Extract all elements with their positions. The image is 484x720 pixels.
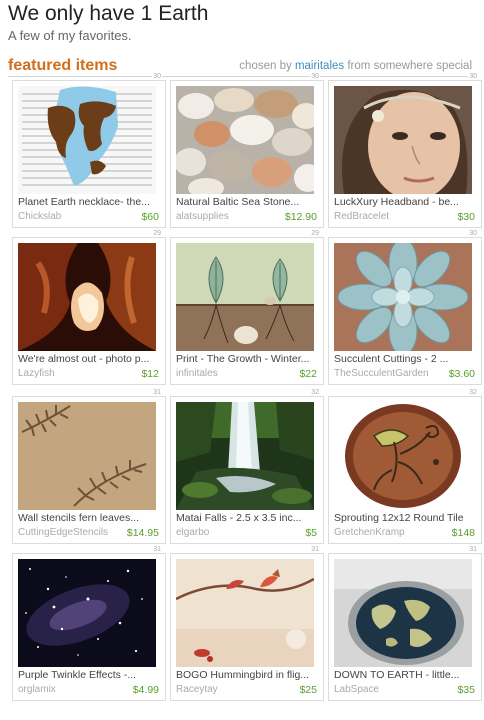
- shop-subtitle: A few of my favorites.: [8, 28, 132, 43]
- item-price: $148: [451, 527, 475, 539]
- item-title[interactable]: Sprouting 12x12 Round Tile: [334, 512, 474, 524]
- round-tile-image[interactable]: [334, 402, 472, 510]
- growth-print-image[interactable]: [176, 243, 314, 351]
- item-title[interactable]: Print - The Growth - Winter...: [176, 353, 316, 365]
- item-rank: 31: [152, 389, 162, 396]
- item-shop[interactable]: RedBracelet: [334, 211, 389, 222]
- item-card[interactable]: 30 Planet Earth necklace- the... Chicksl…: [12, 73, 166, 228]
- item-price: $5: [305, 527, 317, 539]
- galaxy-image[interactable]: [18, 559, 156, 667]
- succulent-image[interactable]: [334, 243, 472, 351]
- item-price: $12.90: [284, 211, 317, 223]
- item-rank: 32: [310, 389, 320, 396]
- canyon-photo-image[interactable]: [18, 243, 156, 351]
- item-shop[interactable]: TheSucculentGarden: [334, 368, 429, 379]
- featured-items-heading: featured items: [8, 57, 118, 74]
- item-title[interactable]: Matai Falls - 2.5 x 3.5 inc...: [176, 512, 316, 524]
- item-shop[interactable]: LabSpace: [334, 684, 379, 695]
- header-divider: [8, 76, 474, 77]
- item-title[interactable]: LuckXury Headband - be...: [334, 196, 474, 208]
- item-card[interactable]: 30 Natural Baltic Sea Stone... alatsuppl…: [170, 73, 324, 228]
- item-card[interactable]: 30 LuckXury Headband - be... RedBracelet…: [328, 73, 482, 228]
- earth-map-image[interactable]: [18, 86, 156, 194]
- chosen-by-line: chosen by mairitales from somewhere spec…: [239, 60, 472, 72]
- item-shop[interactable]: alatsupplies: [176, 211, 229, 222]
- item-title[interactable]: BOGO Hummingbird in flig...: [176, 669, 316, 681]
- item-shop[interactable]: orglamix: [18, 684, 56, 695]
- item-shop[interactable]: infinitales: [176, 368, 218, 379]
- item-price: $3.60: [448, 368, 475, 380]
- item-card[interactable]: 31 BOGO Hummingbird in flig... Raceytay …: [170, 546, 324, 701]
- item-rank: 30: [468, 73, 478, 80]
- waterfall-image[interactable]: [176, 402, 314, 510]
- item-card[interactable]: 29 Print - The Growth - Winter... infini…: [170, 230, 324, 385]
- item-rank: 29: [310, 230, 320, 237]
- fern-stencil-image[interactable]: [18, 402, 156, 510]
- item-title[interactable]: Purple Twinkle Effects -...: [18, 669, 158, 681]
- item-price: $60: [141, 211, 159, 223]
- item-rank: 30: [468, 230, 478, 237]
- item-card[interactable]: 31 DOWN TO EARTH - little... LabSpace $3…: [328, 546, 482, 701]
- item-shop[interactable]: elgarbo: [176, 527, 209, 538]
- from-text: from: [347, 60, 371, 72]
- hummingbird-image[interactable]: [176, 559, 314, 667]
- item-price: $14.95: [126, 527, 159, 539]
- item-title[interactable]: DOWN TO EARTH - little...: [334, 669, 474, 681]
- chosen-by-text: chosen by: [239, 60, 292, 72]
- source-text: somewhere special: [373, 60, 472, 72]
- item-rank: 29: [152, 230, 162, 237]
- item-card[interactable]: 30 Succulent Cuttings - 2 ... TheSuccule…: [328, 230, 482, 385]
- item-rank: 30: [310, 73, 320, 80]
- curator-link[interactable]: mairitales: [295, 60, 344, 72]
- item-shop[interactable]: Lazyfish: [18, 368, 55, 379]
- item-price: $12: [141, 368, 159, 380]
- item-rank: 31: [152, 546, 162, 553]
- item-title[interactable]: Planet Earth necklace- the...: [18, 196, 158, 208]
- item-shop[interactable]: Chickslab: [18, 211, 61, 222]
- petri-dish-image[interactable]: [334, 559, 472, 667]
- item-price: $30: [457, 211, 475, 223]
- item-title[interactable]: Wall stencils fern leaves...: [18, 512, 158, 524]
- item-card[interactable]: 32 Matai Falls - 2.5 x 3.5 inc... elgarb…: [170, 389, 324, 544]
- item-title[interactable]: Natural Baltic Sea Stone...: [176, 196, 316, 208]
- item-title[interactable]: Succulent Cuttings - 2 ...: [334, 353, 474, 365]
- item-shop[interactable]: CuttingEdgeStencils: [18, 527, 108, 538]
- item-price: $22: [299, 368, 317, 380]
- item-card[interactable]: 32 Sprouting 12x12 Round Tile GretchenKr…: [328, 389, 482, 544]
- sea-stones-image[interactable]: [176, 86, 314, 194]
- item-rank: 31: [468, 546, 478, 553]
- item-title[interactable]: We're almost out - photo p...: [18, 353, 158, 365]
- item-rank: 30: [152, 73, 162, 80]
- headband-portrait-image[interactable]: [334, 86, 472, 194]
- item-rank: 31: [310, 546, 320, 553]
- item-rank: 32: [468, 389, 478, 396]
- shop-title: We only have 1 Earth: [8, 2, 209, 25]
- item-card[interactable]: 31 Wall stencils fern leaves... CuttingE…: [12, 389, 166, 544]
- item-price: $35: [457, 684, 475, 696]
- item-price: $25: [299, 684, 317, 696]
- item-card[interactable]: 31 Purple Twinkle Effects -... orglamix …: [12, 546, 166, 701]
- item-shop[interactable]: Raceytay: [176, 684, 218, 695]
- item-card[interactable]: 29 We're almost out - photo p... Lazyfis…: [12, 230, 166, 385]
- item-shop[interactable]: GretchenKramp: [334, 527, 405, 538]
- item-price: $4.99: [132, 684, 159, 696]
